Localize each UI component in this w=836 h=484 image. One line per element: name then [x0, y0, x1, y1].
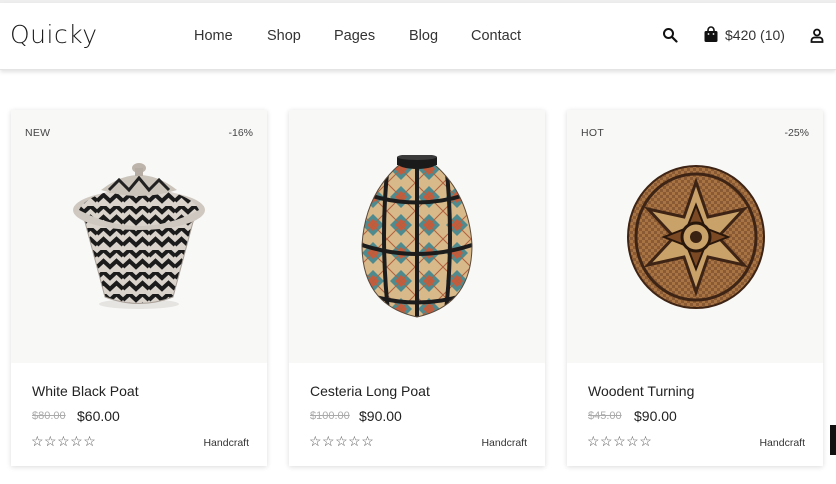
star-rating: ☆☆☆☆☆ — [309, 433, 375, 449]
product-image-area[interactable] — [289, 110, 545, 363]
product-title[interactable]: Woodent Turning — [588, 383, 694, 399]
product-card[interactable]: NEW -16% White Black Poat $80.00 $60.00 … — [11, 110, 267, 466]
basket-image — [73, 163, 205, 309]
nav-item-blog[interactable]: Blog — [409, 28, 438, 44]
nav-item-contact[interactable]: Contact — [471, 28, 521, 44]
product-category[interactable]: Handcraft — [203, 437, 249, 449]
discount-badge: -16% — [228, 127, 253, 139]
nav-item-home[interactable]: Home — [194, 28, 233, 44]
product-category[interactable]: Handcraft — [481, 437, 527, 449]
product-card[interactable]: HOT -25% Woodent Turning $45.00 $90.00 ☆… — [567, 110, 823, 466]
discount-badge: -25% — [784, 127, 809, 139]
site-header: Quicky Home Shop Pages Blog Contact $420… — [0, 3, 836, 70]
woven-bowl-image — [627, 165, 765, 309]
side-panel-toggle[interactable] — [830, 425, 836, 455]
user-icon[interactable] — [810, 28, 824, 48]
product-category[interactable]: Handcraft — [759, 437, 805, 449]
vase-image — [361, 155, 473, 318]
product-badge: HOT — [581, 127, 605, 139]
search-icon[interactable] — [662, 27, 678, 48]
sale-price: $60.00 — [77, 408, 120, 424]
cart-summary[interactable]: $420 (10) — [725, 27, 785, 43]
product-image-area[interactable]: HOT -25% — [567, 110, 823, 363]
product-card[interactable]: Cesteria Long Poat $100.00 $90.00 ☆☆☆☆☆ … — [289, 110, 545, 466]
sale-price: $90.00 — [634, 408, 677, 424]
original-price: $45.00 — [588, 410, 622, 422]
original-price: $80.00 — [32, 410, 66, 422]
product-title[interactable]: White Black Poat — [32, 383, 139, 399]
product-image-area[interactable]: NEW -16% — [11, 110, 267, 363]
original-price: $100.00 — [310, 410, 350, 422]
sale-price: $90.00 — [359, 408, 402, 424]
product-badge: NEW — [25, 127, 51, 139]
star-rating: ☆☆☆☆☆ — [587, 433, 653, 449]
product-title[interactable]: Cesteria Long Poat — [310, 383, 430, 399]
nav-item-pages[interactable]: Pages — [334, 28, 375, 44]
shopping-bag-icon[interactable] — [703, 26, 719, 48]
site-logo[interactable]: Quicky — [10, 20, 98, 49]
nav-item-shop[interactable]: Shop — [267, 28, 301, 44]
star-rating: ☆☆☆☆☆ — [31, 433, 97, 449]
